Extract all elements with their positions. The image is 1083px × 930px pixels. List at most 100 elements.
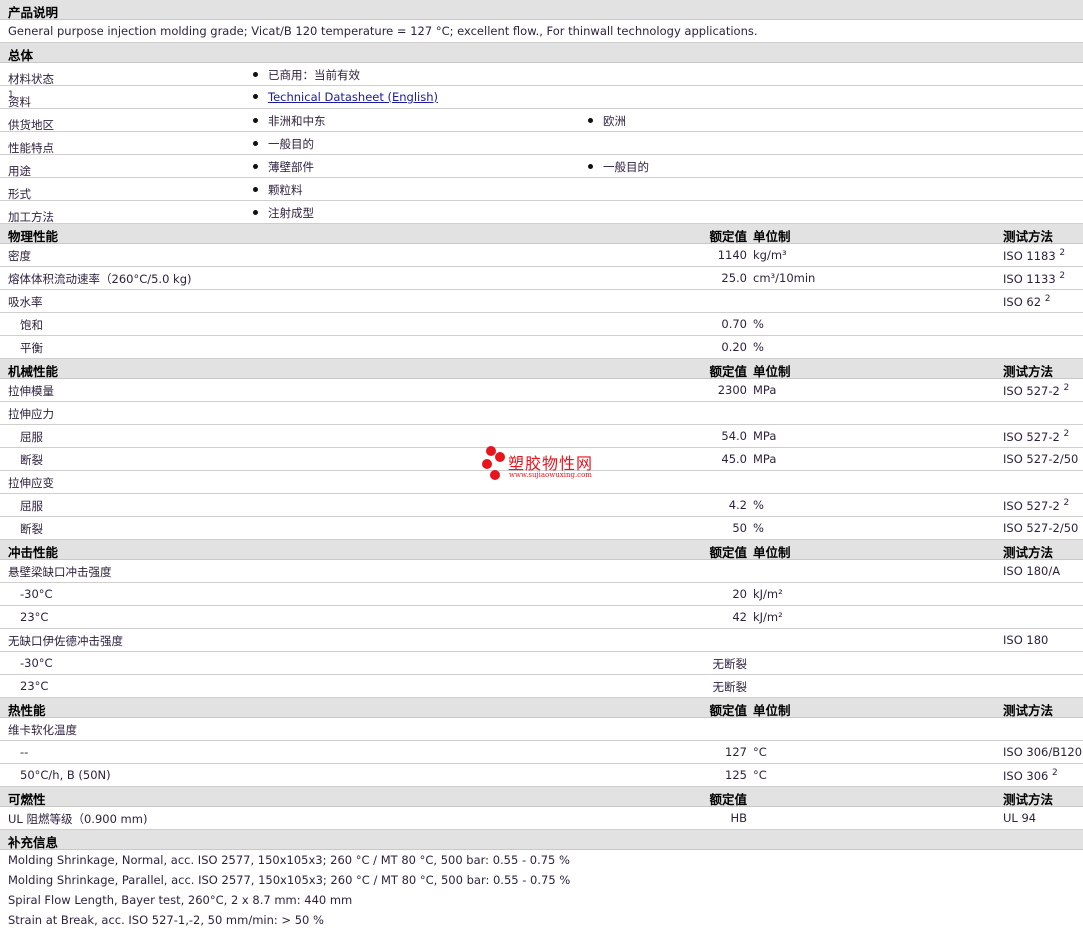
test-method-text: ISO 527-2 — [1003, 384, 1060, 398]
bullet-item: 一般目的 — [588, 159, 649, 175]
property-value: 45.0 — [721, 452, 747, 466]
section-title: 冲击性能 — [8, 545, 59, 560]
property-label-text: 形式 — [8, 187, 31, 201]
property-value: 4.2 — [728, 498, 747, 512]
property-unit: °C — [753, 745, 767, 759]
column-header-value: 额定值 — [709, 545, 747, 560]
test-method: ISO 62 2 — [1003, 294, 1050, 309]
test-method-text: UL 94 — [1003, 811, 1037, 825]
property-unit: kJ/m² — [753, 587, 783, 601]
column-header-unit: 单位制 — [753, 229, 791, 244]
section-header: 总体 — [0, 43, 1083, 63]
column-header-test-method: 测试方法 — [1003, 364, 1054, 379]
bullet-item: 已商用：当前有效 — [253, 67, 360, 83]
section-header: 产品说明 — [0, 0, 1083, 20]
column-header-value: 额定值 — [709, 792, 747, 807]
test-method-text: ISO 527-2/50 — [1003, 452, 1079, 466]
property-row: 维卡软化温度 — [0, 718, 1083, 741]
property-label-text: 供货地区 — [8, 118, 54, 132]
property-unit: kg/m³ — [753, 248, 787, 262]
bullet-item: 一般目的 — [253, 136, 314, 152]
section-title: 物理性能 — [8, 229, 59, 244]
bullet-text: 非洲和中东 — [268, 114, 326, 128]
property-row: 屈服 4.2% ISO 527-2 2 — [0, 494, 1083, 517]
property-row: 熔体体积流动速率（260°C/5.0 kg) 25.0 cm³/10min ISO 1… — [0, 267, 1083, 290]
property-row: 无缺口伊佐德冲击强度 ISO 180 — [0, 629, 1083, 652]
property-row: 材料状态 已商用：当前有效 — [0, 63, 1083, 86]
test-method-text: ISO 527-2 — [1003, 430, 1060, 444]
property-value: 2300 — [717, 383, 747, 397]
test-method-text: ISO 306/B120 — [1003, 745, 1083, 759]
test-method: ISO 527-2 2 — [1003, 383, 1069, 398]
column-header-test-method: 测试方法 — [1003, 792, 1054, 807]
property-label: 屈服 — [20, 499, 43, 513]
test-method: ISO 527-2/50 — [1003, 521, 1078, 535]
test-method: ISO 527-2/50 — [1003, 452, 1078, 466]
property-label: 悬壁梁缺口冲击强度 — [8, 565, 112, 579]
property-label: 断裂 — [20, 453, 43, 467]
column-header-unit: 单位制 — [753, 545, 791, 560]
bullet-text: 注射成型 — [268, 206, 314, 220]
test-method-text: ISO 1133 — [1003, 272, 1056, 286]
property-label-text: 用途 — [8, 164, 31, 178]
property-row: UL 阻燃等级（0.900 mm) HB UL 94 — [0, 807, 1083, 830]
section-header: 机械性能 额定值 单位制 测试方法 — [0, 359, 1083, 379]
property-label: 密度 — [8, 249, 31, 263]
property-value: 125 — [725, 768, 747, 782]
test-method-text: ISO 527-2 — [1003, 499, 1060, 513]
bullet-item: Technical Datasheet (English) — [253, 90, 438, 104]
note-text: Spiral Flow Length, Bayer test, 260°C, 2… — [8, 893, 353, 907]
test-method: ISO 306/B120 — [1003, 745, 1082, 759]
column-header-test-method: 测试方法 — [1003, 703, 1054, 718]
property-label: 50°C/h, B (50N) — [20, 768, 111, 782]
test-method: ISO 1183 2 — [1003, 248, 1065, 263]
property-row: 密度 1140 kg/m³ ISO 1183 2 — [0, 244, 1083, 267]
note-row: Strain at Break, acc. ISO 527-1,-2, 50 m… — [0, 910, 1083, 930]
property-row: 饱和 0.70% — [0, 313, 1083, 336]
property-unit: % — [753, 317, 764, 331]
footnote-marker: 2 — [1063, 383, 1070, 393]
bullet-item: 颗粒料 — [253, 182, 303, 198]
bullet-text: 颗粒料 — [268, 183, 303, 197]
property-label-text: 加工方法 — [8, 210, 54, 224]
property-value: 42 — [732, 610, 747, 624]
property-row: 平衡 0.20% — [0, 336, 1083, 359]
property-label: 熔体体积流动速率（260°C/5.0 kg) — [8, 272, 192, 286]
property-row: 用途 薄壁部件 一般目的 — [0, 155, 1083, 178]
property-row: 供货地区 非洲和中东 欧洲 — [0, 109, 1083, 132]
property-label: -30°C — [20, 656, 53, 670]
property-label-text: 性能特点 — [8, 141, 54, 155]
section-header: 可燃性 额定值 测试方法 — [0, 787, 1083, 807]
property-label: 饱和 — [20, 318, 43, 332]
test-method: ISO 180/A — [1003, 564, 1060, 578]
property-label: 无缺口伊佐德冲击强度 — [8, 634, 123, 648]
property-unit: cm³/10min — [753, 271, 816, 285]
test-method-text: ISO 180 — [1003, 633, 1049, 647]
property-unit: MPa — [753, 429, 777, 443]
datasheet-link[interactable]: Technical Datasheet (English) — [268, 90, 438, 104]
property-label: 拉伸应变 — [8, 476, 54, 490]
property-label: 23°C — [20, 610, 49, 624]
property-row: 形式 颗粒料 — [0, 178, 1083, 201]
property-label: 吸水率 — [8, 295, 43, 309]
bullet-item: 薄壁部件 — [253, 159, 314, 175]
property-row: 悬壁梁缺口冲击强度 ISO 180/A — [0, 560, 1083, 583]
footnote-marker: 2 — [1052, 768, 1058, 778]
section-header: 冲击性能 额定值 单位制 测试方法 — [0, 540, 1083, 560]
property-row: 23°C 42 kJ/m² — [0, 606, 1083, 629]
property-row: 断裂 50% ISO 527-2/50 — [0, 517, 1083, 540]
column-header-value: 额定值 — [709, 229, 747, 244]
property-label: 平衡 — [20, 341, 43, 355]
property-value: 0.70 — [721, 317, 747, 331]
property-row: 拉伸应力 — [0, 402, 1083, 425]
property-label: 资料 1 — [8, 90, 31, 109]
property-label: UL 阻燃等级（0.900 mm) — [8, 812, 148, 826]
test-method: ISO 1133 2 — [1003, 271, 1065, 286]
bullet-item: 注射成型 — [253, 205, 314, 221]
test-method: ISO 527-2 2 — [1003, 498, 1069, 513]
property-label: 维卡软化温度 — [8, 723, 77, 737]
property-label: 拉伸模量 — [8, 384, 54, 398]
note-row: Molding Shrinkage, Normal, acc. ISO 2577… — [0, 850, 1083, 870]
test-method: UL 94 — [1003, 811, 1036, 825]
section-title: 产品说明 — [8, 5, 59, 20]
